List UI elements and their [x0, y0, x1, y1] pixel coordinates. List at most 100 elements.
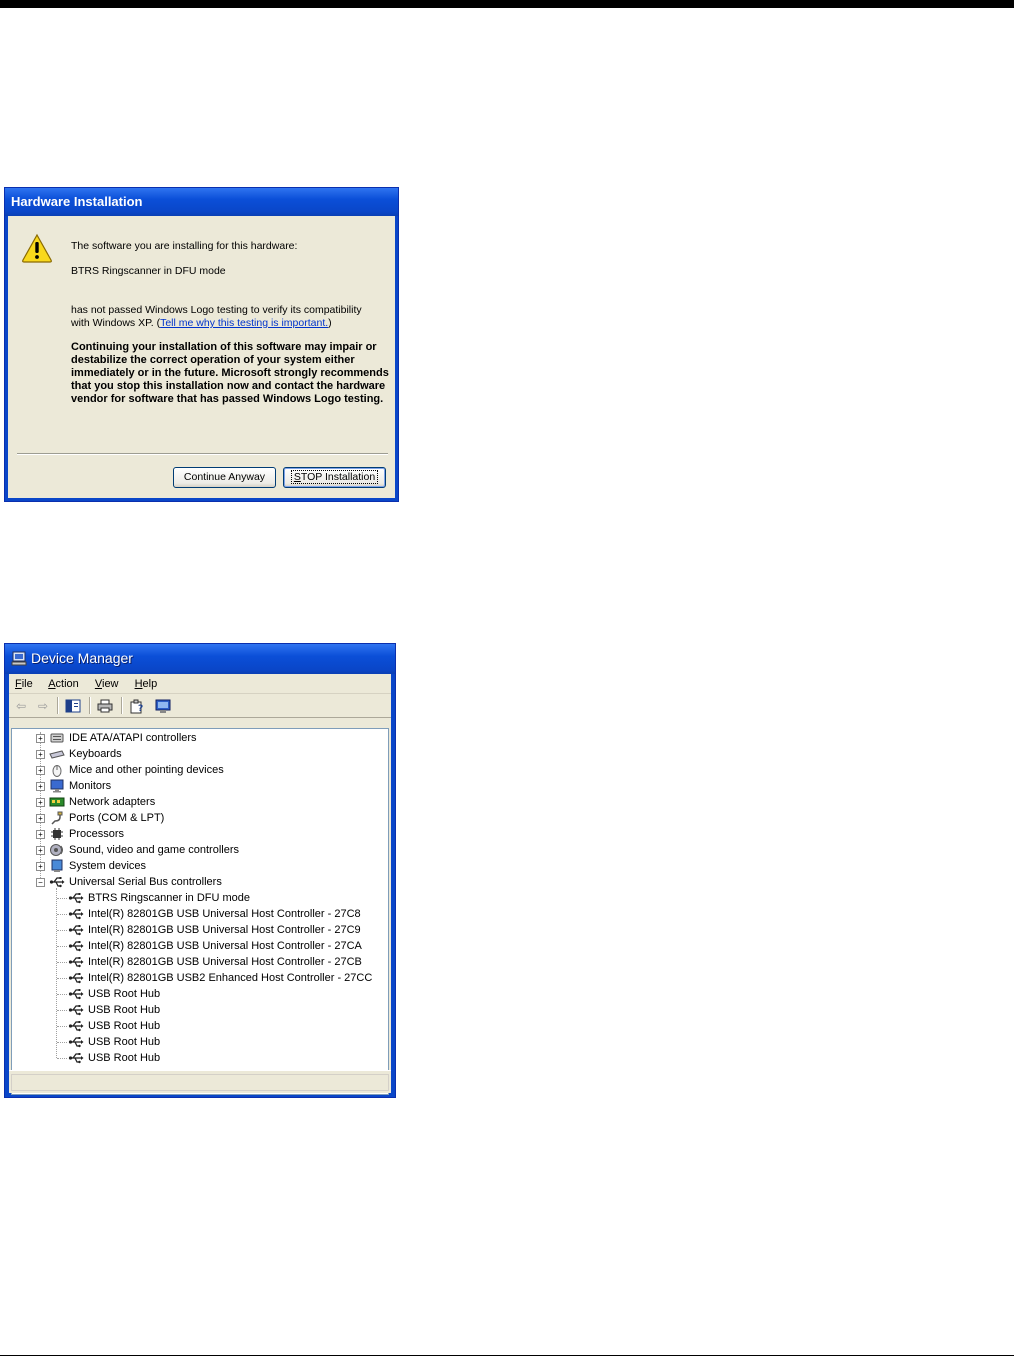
page-bottom-rule [0, 1355, 1014, 1356]
toolbar-separator [121, 697, 123, 714]
usb-icon [68, 1003, 84, 1017]
stop-installation-button[interactable]: STOP Installation [283, 467, 386, 488]
tree-device-label: Intel(R) 82801GB USB Universal Host Cont… [88, 924, 361, 936]
tree-device-item[interactable]: USB Root Hub [12, 1002, 382, 1018]
usb-icon [68, 891, 84, 905]
processor-icon [49, 827, 65, 841]
dialog-title: Hardware Installation [11, 194, 143, 209]
hardware-installation-dialog: Hardware Installation The software you a… [4, 187, 399, 502]
tree-device-item[interactable]: USB Root Hub [12, 986, 382, 1002]
dialog-titlebar[interactable]: Hardware Installation [5, 188, 398, 216]
menu-bar: File Action View Help [9, 674, 391, 694]
scan-hardware-icon[interactable] [153, 696, 173, 716]
tree-device-label: BTRS Ringscanner in DFU mode [88, 892, 251, 904]
network-adapter-icon [49, 795, 65, 809]
tree-device-item[interactable]: USB Root Hub [12, 1050, 382, 1066]
menu-file[interactable]: File [15, 678, 33, 690]
logo-testing-link[interactable]: Tell me why this testing is important. [160, 317, 328, 329]
tree-device-item[interactable]: Intel(R) 82801GB USB Universal Host Cont… [12, 906, 382, 922]
usb-icon [68, 923, 84, 937]
tree-category-label: IDE ATA/ATAPI controllers [69, 732, 197, 744]
expand-icon[interactable]: + [36, 830, 45, 839]
tree-category-label: Mice and other pointing devices [69, 764, 224, 776]
toolbar-separator [89, 697, 91, 714]
tree-device-item[interactable]: Intel(R) 82801GB USB Universal Host Cont… [12, 922, 382, 938]
properties-icon[interactable]: ? [127, 696, 147, 716]
device-manager-titlebar[interactable]: Device Manager [5, 644, 395, 674]
back-arrow-icon[interactable]: ⇦ [11, 696, 31, 716]
sound-icon [49, 843, 65, 857]
menu-view[interactable]: View [95, 678, 119, 690]
expand-icon[interactable]: + [36, 750, 45, 759]
tree-device-item[interactable]: Intel(R) 82801GB USB Universal Host Cont… [12, 938, 382, 954]
toolbar: ⇦ ⇨ ? [9, 694, 391, 718]
collapse-icon[interactable]: − [36, 878, 45, 887]
menu-help[interactable]: Help [135, 678, 158, 690]
tree-category-label: Processors [69, 828, 125, 840]
dialog-warning-text: Continuing your installation of this sof… [71, 341, 389, 405]
ide-controller-icon [49, 731, 65, 745]
page-top-rule [0, 0, 1014, 8]
tree-category-monitor[interactable]: + Monitors [12, 778, 382, 794]
tree-device-label: USB Root Hub [88, 988, 161, 1000]
usb-icon [49, 875, 65, 889]
tree-category-usb[interactable]: − Universal Serial Bus controllers [12, 874, 382, 890]
tree-category-label: System devices [69, 860, 147, 872]
tree-category-label: Monitors [69, 780, 112, 792]
usb-icon [68, 955, 84, 969]
usb-icon [68, 939, 84, 953]
logo-text-close: ) [328, 317, 332, 329]
expand-icon[interactable]: + [36, 846, 45, 855]
tree-device-label: USB Root Hub [88, 1004, 161, 1016]
tree-category-mouse[interactable]: + Mice and other pointing devices [12, 762, 382, 778]
expand-icon[interactable]: + [36, 862, 45, 871]
system-device-icon [49, 859, 65, 873]
tree-category-label: Network adapters [69, 796, 156, 808]
tree-category-network-adapter[interactable]: + Network adapters [12, 794, 382, 810]
tree-device-item[interactable]: Intel(R) 82801GB USB2 Enhanced Host Cont… [12, 970, 382, 986]
print-icon[interactable] [95, 696, 115, 716]
usb-icon [68, 907, 84, 921]
tree-device-item[interactable]: BTRS Ringscanner in DFU mode [12, 890, 382, 906]
tree-device-label: Intel(R) 82801GB USB Universal Host Cont… [88, 956, 362, 968]
tree-device-item[interactable]: Intel(R) 82801GB USB Universal Host Cont… [12, 954, 382, 970]
tree-category-label: Sound, video and game controllers [69, 844, 239, 856]
usb-icon [68, 1019, 84, 1033]
expand-icon[interactable]: + [36, 782, 45, 791]
tree-device-item[interactable]: USB Root Hub [12, 1034, 382, 1050]
tree-device-label: USB Root Hub [88, 1020, 161, 1032]
forward-arrow-icon[interactable]: ⇨ [33, 696, 53, 716]
dialog-device-name: BTRS Ringscanner in DFU mode [71, 265, 226, 277]
tree-category-keyboard[interactable]: + Keyboards [12, 746, 382, 762]
expand-icon[interactable]: + [36, 814, 45, 823]
tree-device-label: Intel(R) 82801GB USB2 Enhanced Host Cont… [88, 972, 373, 984]
tree-category-processor[interactable]: + Processors [12, 826, 382, 842]
menu-action[interactable]: Action [48, 678, 79, 690]
status-bar [9, 1070, 391, 1093]
expand-icon[interactable]: + [36, 734, 45, 743]
tree-category-label: Universal Serial Bus controllers [69, 876, 222, 888]
tree-category-sound[interactable]: + Sound, video and game controllers [12, 842, 382, 858]
show-hide-tree-icon[interactable] [63, 696, 83, 716]
continue-anyway-button[interactable]: Continue Anyway [173, 467, 276, 488]
dialog-logo-text: has not passed Windows Logo testing to v… [71, 304, 381, 330]
device-tree[interactable]: + IDE ATA/ATAPI controllers + Keyboards + Mic… [11, 728, 389, 1095]
tree-category-system-device[interactable]: + System devices [12, 858, 382, 874]
tree-device-item[interactable]: USB Root Hub [12, 1018, 382, 1034]
port-icon [49, 811, 65, 825]
tree-category-port[interactable]: + Ports (COM & LPT) [12, 810, 382, 826]
svg-text:?: ? [138, 704, 143, 714]
device-manager-title: Device Manager [31, 650, 133, 666]
expand-icon[interactable]: + [36, 798, 45, 807]
device-manager-client: File Action View Help ⇦ ⇨ ? + IDE ATA/AT… [9, 674, 391, 1095]
tree-device-label: Intel(R) 82801GB USB Universal Host Cont… [88, 908, 361, 920]
usb-icon [68, 987, 84, 1001]
warning-icon [22, 233, 52, 263]
tree-device-label: Intel(R) 82801GB USB Universal Host Cont… [88, 940, 362, 952]
stop-installation-label: STOP Installation [290, 470, 379, 484]
tree-category-ide-controller[interactable]: + IDE ATA/ATAPI controllers [12, 730, 382, 746]
dialog-body: The software you are installing for this… [5, 216, 398, 501]
keyboard-icon [49, 747, 65, 761]
expand-icon[interactable]: + [36, 766, 45, 775]
toolbar-separator [57, 697, 59, 714]
